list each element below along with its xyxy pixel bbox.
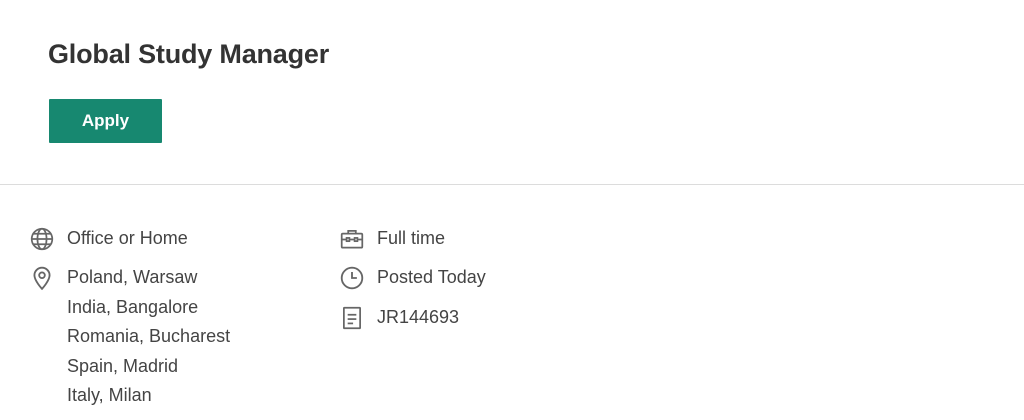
job-header: Global Study Manager Apply [0, 0, 1024, 185]
job-id-text: JR144693 [377, 307, 460, 327]
location-item: Romania, Bucharest [67, 326, 231, 346]
document-icon [339, 305, 365, 331]
locations-list: Poland, Warsaw India, Bangalore Romania,… [67, 263, 230, 411]
posted-text: Posted Today [377, 267, 486, 287]
job-title: Global Study Manager [48, 39, 330, 69]
employment-type-text: Full time [377, 228, 446, 248]
job-posting-page: Global Study Manager Apply Office or Hom… [0, 0, 1024, 420]
map-pin-icon [29, 265, 55, 291]
location-item: Spain, Madrid [67, 355, 179, 376]
job-details: Office or Home Poland, Warsaw India, Ban… [0, 185, 1024, 420]
globe-icon [29, 226, 55, 252]
work-mode-text: Office or Home [67, 228, 188, 248]
apply-button[interactable]: Apply [49, 99, 162, 143]
location-item: Italy, Milan [67, 385, 152, 405]
clock-icon [339, 265, 365, 291]
briefcase-icon [339, 226, 365, 252]
location-item: India, Bangalore [67, 296, 199, 317]
location-item: Poland, Warsaw [67, 267, 198, 287]
